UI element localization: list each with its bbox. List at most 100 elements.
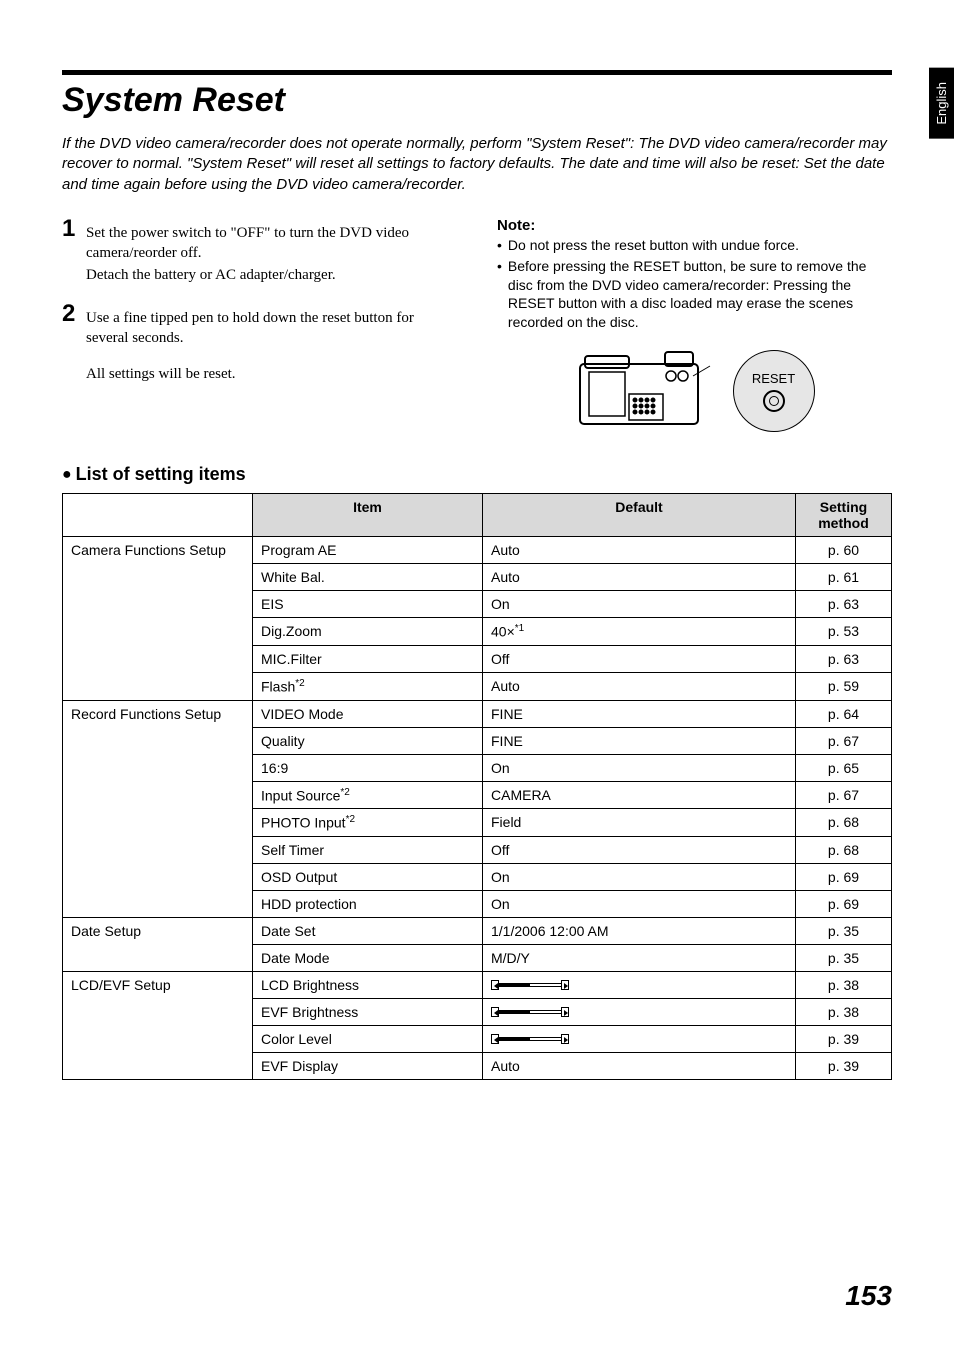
- method-cell: p. 63: [796, 591, 892, 618]
- th-default: Default: [483, 494, 796, 537]
- page-number: 153: [845, 1280, 892, 1312]
- step: 2Use a fine tipped pen to hold down the …: [62, 302, 457, 351]
- default-cell: On: [483, 591, 796, 618]
- item-cell: LCD Brightness: [253, 971, 483, 998]
- default-cell: Auto: [483, 537, 796, 564]
- item-cell: VIDEO Mode: [253, 700, 483, 727]
- slider-icon: [491, 979, 569, 991]
- th-item: Item: [253, 494, 483, 537]
- item-cell: PHOTO Input*2: [253, 809, 483, 837]
- th-category: [63, 494, 253, 537]
- item-cell: Quality: [253, 727, 483, 754]
- item-cell: 16:9: [253, 754, 483, 781]
- note-item: Before pressing the RESET button, be sur…: [497, 257, 892, 333]
- default-cell: On: [483, 863, 796, 890]
- default-cell: On: [483, 754, 796, 781]
- slider-icon: [491, 1033, 569, 1045]
- settings-table: Item Default Setting method Camera Funct…: [62, 493, 892, 1080]
- item-cell: EVF Brightness: [253, 998, 483, 1025]
- step-number: 1: [62, 217, 80, 288]
- method-cell: p. 53: [796, 618, 892, 646]
- method-cell: p. 67: [796, 727, 892, 754]
- method-cell: p. 69: [796, 863, 892, 890]
- step-line: Set the power switch to "OFF" to turn th…: [86, 223, 457, 264]
- step-line: Use a fine tipped pen to hold down the r…: [86, 308, 457, 349]
- two-column-layout: 1Set the power switch to "OFF" to turn t…: [62, 217, 892, 436]
- method-cell: p. 63: [796, 645, 892, 672]
- title-rule: [62, 70, 892, 75]
- default-cell: [483, 971, 796, 998]
- default-cell: Field: [483, 809, 796, 837]
- item-cell: EVF Display: [253, 1052, 483, 1079]
- default-cell: [483, 1025, 796, 1052]
- method-cell: p. 59: [796, 672, 892, 700]
- page-title: System Reset: [62, 81, 892, 120]
- default-cell: Off: [483, 836, 796, 863]
- step-body: Use a fine tipped pen to hold down the r…: [86, 302, 457, 351]
- item-cell: OSD Output: [253, 863, 483, 890]
- default-cell: [483, 998, 796, 1025]
- default-cell: M/D/Y: [483, 944, 796, 971]
- notes-column: Note: Do not press the reset button with…: [497, 217, 892, 436]
- category-cell: LCD/EVF Setup: [63, 971, 253, 1079]
- item-cell: Program AE: [253, 537, 483, 564]
- method-cell: p. 61: [796, 564, 892, 591]
- step-body: Set the power switch to "OFF" to turn th…: [86, 217, 457, 288]
- method-cell: p. 38: [796, 998, 892, 1025]
- category-cell: Camera Functions Setup: [63, 537, 253, 700]
- language-tab: English: [929, 68, 954, 139]
- note-item: Do not press the reset button with undue…: [497, 236, 892, 255]
- method-cell: p. 69: [796, 890, 892, 917]
- item-cell: Date Set: [253, 917, 483, 944]
- method-cell: p. 68: [796, 836, 892, 863]
- item-cell: Input Source*2: [253, 781, 483, 809]
- method-cell: p. 60: [796, 537, 892, 564]
- category-cell: Date Setup: [63, 917, 253, 971]
- reset-label: RESET: [752, 371, 795, 386]
- default-cell: On: [483, 890, 796, 917]
- item-cell: Flash*2: [253, 672, 483, 700]
- default-cell: Off: [483, 645, 796, 672]
- reset-button-icon: [763, 390, 785, 412]
- method-cell: p. 35: [796, 917, 892, 944]
- result-text: All settings will be reset.: [86, 366, 457, 383]
- method-cell: p. 67: [796, 781, 892, 809]
- camera-icon: [575, 346, 725, 436]
- note-heading: Note:: [497, 217, 892, 234]
- step-line: Detach the battery or AC adapter/charger…: [86, 265, 457, 285]
- steps-column: 1Set the power switch to "OFF" to turn t…: [62, 217, 457, 436]
- default-cell: CAMERA: [483, 781, 796, 809]
- item-cell: Self Timer: [253, 836, 483, 863]
- reset-callout: RESET: [733, 350, 815, 432]
- default-cell: Auto: [483, 672, 796, 700]
- item-cell: MIC.Filter: [253, 645, 483, 672]
- method-cell: p. 65: [796, 754, 892, 781]
- method-cell: p. 39: [796, 1052, 892, 1079]
- item-cell: EIS: [253, 591, 483, 618]
- item-cell: Dig.Zoom: [253, 618, 483, 646]
- table-row: Record Functions SetupVIDEO ModeFINEp. 6…: [63, 700, 892, 727]
- method-cell: p. 35: [796, 944, 892, 971]
- item-cell: White Bal.: [253, 564, 483, 591]
- settings-heading: List of setting items: [62, 464, 892, 485]
- table-row: LCD/EVF SetupLCD Brightnessp. 38: [63, 971, 892, 998]
- item-cell: HDD protection: [253, 890, 483, 917]
- step: 1Set the power switch to "OFF" to turn t…: [62, 217, 457, 288]
- table-row: Date SetupDate Set1/1/2006 12:00 AMp. 35: [63, 917, 892, 944]
- default-cell: FINE: [483, 700, 796, 727]
- method-cell: p. 68: [796, 809, 892, 837]
- note-list: Do not press the reset button with undue…: [497, 236, 892, 332]
- table-header-row: Item Default Setting method: [63, 494, 892, 537]
- default-cell: Auto: [483, 564, 796, 591]
- camera-diagram: RESET: [497, 346, 892, 436]
- default-cell: FINE: [483, 727, 796, 754]
- default-cell: 40×*1: [483, 618, 796, 646]
- intro-paragraph: If the DVD video camera/recorder does no…: [62, 134, 892, 195]
- item-cell: Date Mode: [253, 944, 483, 971]
- category-cell: Record Functions Setup: [63, 700, 253, 917]
- th-method: Setting method: [796, 494, 892, 537]
- item-cell: Color Level: [253, 1025, 483, 1052]
- method-cell: p. 38: [796, 971, 892, 998]
- default-cell: Auto: [483, 1052, 796, 1079]
- step-number: 2: [62, 302, 80, 351]
